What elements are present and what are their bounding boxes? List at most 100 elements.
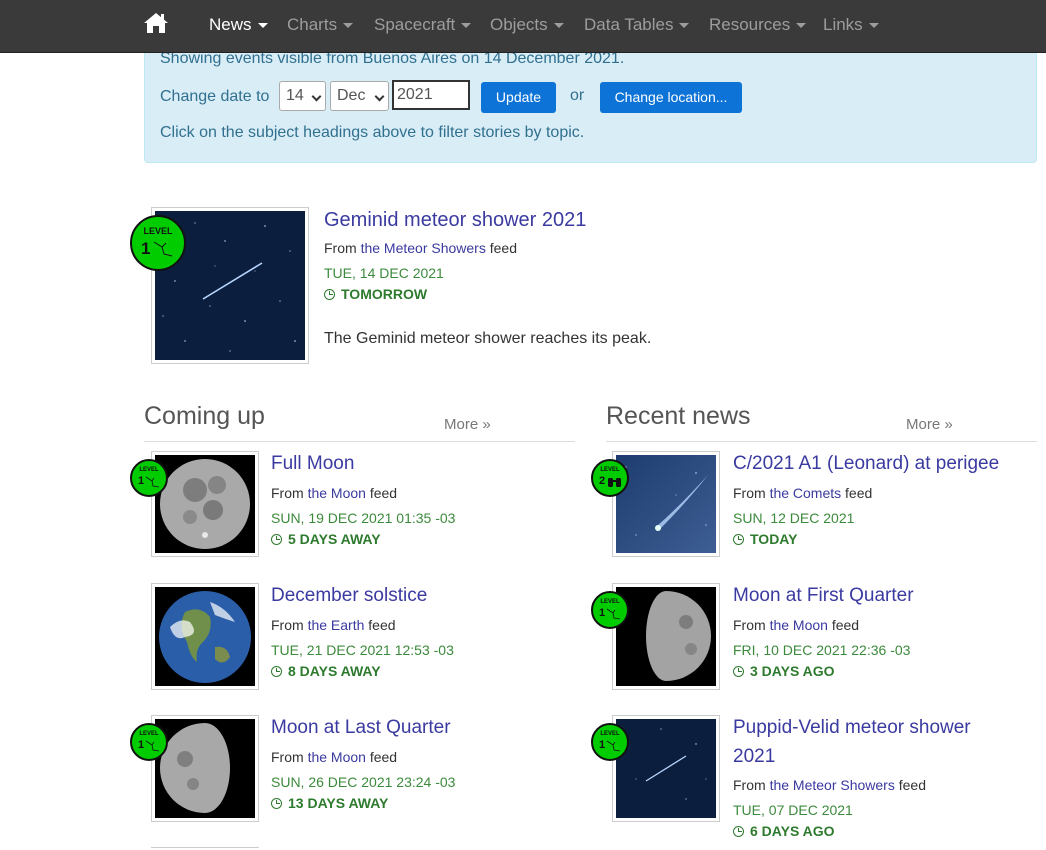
clock-icon bbox=[271, 798, 282, 809]
feed-link[interactable]: the Moon bbox=[770, 617, 828, 633]
story-thumbnail[interactable] bbox=[151, 715, 259, 822]
home-icon[interactable] bbox=[143, 11, 169, 35]
featured-date: TUE, 14 DEC 2021 bbox=[324, 265, 444, 281]
level-number: 1 bbox=[138, 739, 145, 751]
level-word: LEVEL bbox=[600, 731, 620, 737]
coming-up-heading[interactable]: Coming up bbox=[144, 402, 265, 431]
level-badge: LEVEL 2 bbox=[591, 459, 629, 497]
top-navbar: News Charts Spacecraft Objects Data Tabl… bbox=[0, 0, 1046, 53]
level-word: LEVEL bbox=[600, 467, 620, 473]
from-prefix: From bbox=[324, 240, 361, 256]
nav-news[interactable]: News bbox=[209, 15, 268, 35]
story-relative-time: 3 DAYS AGO bbox=[733, 663, 835, 679]
featured-feed: From the Meteor Showers feed bbox=[324, 240, 517, 256]
level-word: LEVEL bbox=[139, 467, 159, 473]
from-suffix: feed bbox=[841, 485, 873, 501]
feed-link[interactable]: the Earth bbox=[308, 617, 365, 633]
featured-title[interactable]: Geminid meteor shower 2021 bbox=[324, 209, 586, 232]
story-relative-time: 5 DAYS AWAY bbox=[271, 531, 381, 547]
feed-link[interactable]: the Moon bbox=[308, 749, 366, 765]
chevron-down-icon bbox=[796, 23, 807, 29]
story-feed: From the Earth feed bbox=[271, 617, 396, 633]
from-prefix: From bbox=[271, 617, 308, 633]
change-date-label: Change date to bbox=[160, 88, 270, 105]
divider bbox=[606, 441, 1037, 442]
nav-links[interactable]: Links bbox=[823, 15, 879, 35]
clock-icon bbox=[271, 534, 282, 545]
story-feed: From the Moon feed bbox=[271, 749, 397, 765]
day-select[interactable]: 14 bbox=[279, 81, 326, 111]
nav-charts[interactable]: Charts bbox=[287, 15, 354, 35]
month-select[interactable]: Dec bbox=[330, 81, 389, 111]
feed-link[interactable]: the Meteor Showers bbox=[770, 777, 895, 793]
chevron-down-icon bbox=[679, 23, 690, 29]
constellation-icon bbox=[145, 476, 160, 488]
story-relative-time: 6 DAYS AGO bbox=[733, 823, 835, 839]
story-date: TUE, 07 DEC 2021 bbox=[733, 802, 853, 818]
clock-icon bbox=[324, 289, 335, 300]
story-title-line2[interactable]: 2021 bbox=[733, 746, 775, 768]
clock-icon bbox=[271, 666, 282, 677]
recent-news-more-link[interactable]: More » bbox=[906, 416, 953, 433]
nav-resources[interactable]: Resources bbox=[709, 15, 807, 35]
story-title[interactable]: Moon at Last Quarter bbox=[271, 717, 451, 739]
full-moon-image bbox=[155, 455, 255, 553]
level-number: 1 bbox=[599, 739, 606, 751]
story-thumbnail[interactable] bbox=[151, 583, 259, 690]
from-prefix: From bbox=[733, 777, 770, 793]
year-input[interactable]: 2021 bbox=[392, 80, 470, 110]
clock-icon bbox=[733, 666, 744, 677]
nav-data-tables[interactable]: Data Tables bbox=[584, 15, 690, 35]
nav-spacecraft-label: Spacecraft bbox=[374, 15, 456, 34]
coming-up-more-link[interactable]: More » bbox=[444, 416, 491, 433]
featured-relative-time: TOMORROW bbox=[324, 286, 427, 302]
recent-news-heading[interactable]: Recent news bbox=[606, 402, 751, 431]
story-thumbnail[interactable] bbox=[612, 715, 720, 822]
story-title[interactable]: Moon at First Quarter bbox=[733, 585, 914, 607]
nav-objects[interactable]: Objects bbox=[490, 15, 564, 35]
clock-icon bbox=[733, 534, 744, 545]
constellation-icon bbox=[606, 740, 621, 752]
nav-spacecraft[interactable]: Spacecraft bbox=[374, 15, 472, 35]
story-title[interactable]: Puppid-Velid meteor shower bbox=[733, 717, 971, 739]
story-relative-time: 8 DAYS AWAY bbox=[271, 663, 381, 679]
change-location-button[interactable]: Change location... bbox=[600, 82, 742, 113]
or-text: or bbox=[570, 87, 585, 104]
story-date: FRI, 10 DEC 2021 22:36 -03 bbox=[733, 642, 911, 658]
update-button[interactable]: Update bbox=[481, 82, 556, 113]
level-number: 2 bbox=[599, 475, 606, 487]
level-badge: LEVEL 1 bbox=[130, 215, 186, 271]
comet-image bbox=[616, 455, 716, 553]
chevron-down-icon bbox=[311, 91, 322, 102]
constellation-icon bbox=[145, 740, 160, 752]
level-word: LEVEL bbox=[139, 731, 159, 737]
story-thumbnail[interactable] bbox=[612, 451, 720, 557]
relative-time-text: 3 DAYS AGO bbox=[750, 663, 835, 679]
constellation-icon bbox=[153, 241, 173, 257]
day-select-value: 14 bbox=[286, 87, 304, 104]
story-title[interactable]: Full Moon bbox=[271, 453, 354, 475]
story-date: TUE, 21 DEC 2021 12:53 -03 bbox=[271, 642, 454, 658]
from-suffix: feed bbox=[364, 617, 396, 633]
story-thumbnail[interactable] bbox=[151, 451, 259, 557]
story-title[interactable]: December solstice bbox=[271, 585, 427, 607]
story-thumbnail[interactable] bbox=[612, 583, 720, 690]
binoculars-icon bbox=[608, 478, 621, 487]
chevron-down-icon bbox=[461, 23, 472, 29]
feed-link[interactable]: the Moon bbox=[308, 485, 366, 501]
story-feed: From the Moon feed bbox=[271, 485, 397, 501]
feed-link[interactable]: the Comets bbox=[770, 485, 842, 501]
earth-image bbox=[155, 587, 255, 686]
feed-link[interactable]: the Meteor Showers bbox=[361, 240, 486, 256]
filter-hint-text: Click on the subject headings above to f… bbox=[160, 124, 585, 141]
story-date: SUN, 19 DEC 2021 01:35 -03 bbox=[271, 510, 456, 526]
month-select-value: Dec bbox=[337, 87, 366, 104]
first-quarter-moon-image bbox=[616, 587, 716, 686]
story-title[interactable]: C/2021 A1 (Leonard) at perigee bbox=[733, 453, 999, 475]
level-word: LEVEL bbox=[600, 599, 620, 605]
from-suffix: feed bbox=[485, 240, 517, 256]
nav-objects-label: Objects bbox=[490, 15, 548, 34]
divider bbox=[144, 441, 575, 442]
level-badge: LEVEL 1 bbox=[130, 459, 168, 497]
story-relative-time: TODAY bbox=[733, 531, 797, 547]
